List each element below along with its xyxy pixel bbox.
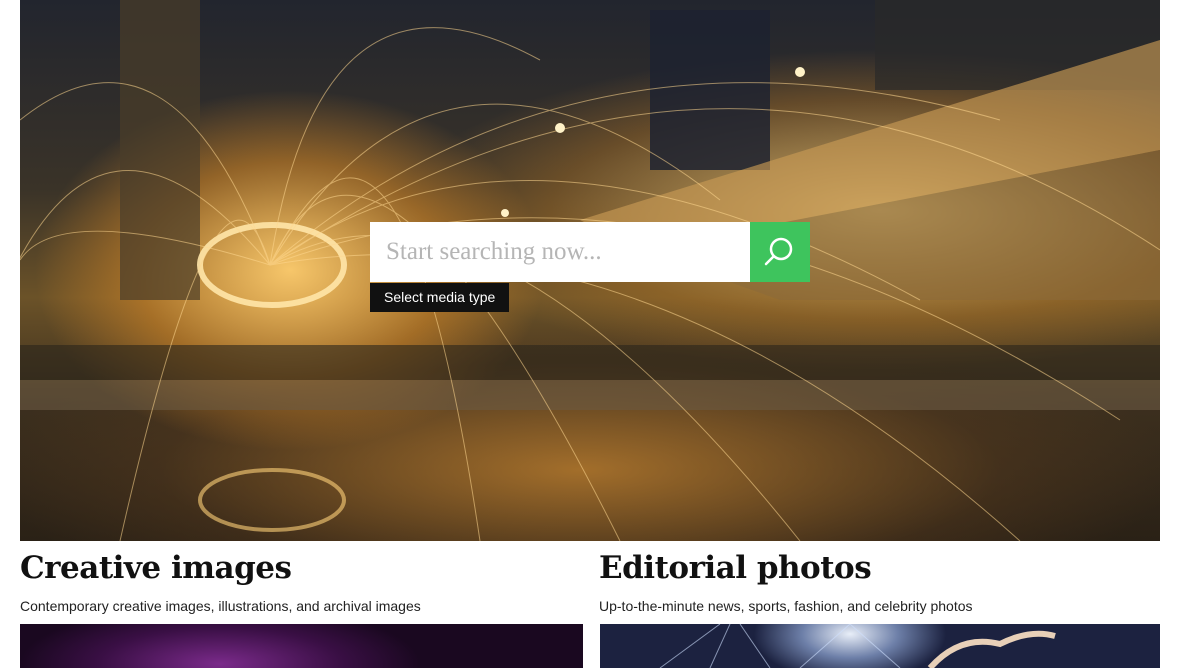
search-icon <box>764 237 793 266</box>
select-media-type-dropdown[interactable]: Select media type <box>370 283 510 312</box>
editorial-photos-section: Editorial photos Up-to-the-minute news, … <box>599 550 1159 614</box>
search-input[interactable] <box>370 222 750 282</box>
creative-images-title[interactable]: Creative images <box>20 550 580 586</box>
search-button[interactable] <box>750 222 810 282</box>
creative-images-section: Creative images Contemporary creative im… <box>20 550 580 614</box>
search-bar <box>370 222 810 282</box>
creative-images-thumbnail[interactable] <box>20 624 583 668</box>
editorial-photos-description: Up-to-the-minute news, sports, fashion, … <box>599 598 973 614</box>
editorial-photos-thumbnail[interactable] <box>600 624 1160 668</box>
creative-images-description: Contemporary creative images, illustrati… <box>20 598 421 614</box>
editorial-thumbnail-art <box>659 624 1056 668</box>
editorial-photos-title[interactable]: Editorial photos <box>599 550 1159 586</box>
